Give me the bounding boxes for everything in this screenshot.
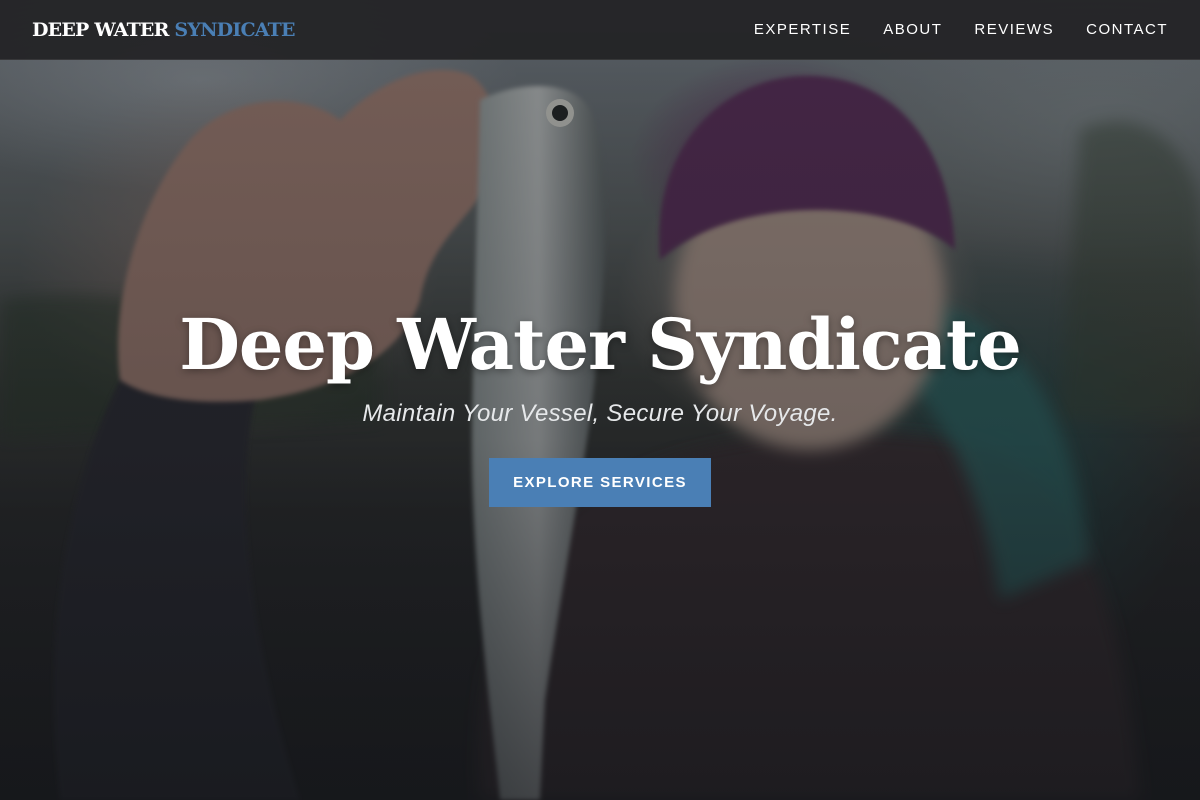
nav-link-reviews[interactable]: REVIEWS [974, 21, 1054, 38]
hero-subtitle: Maintain Your Vessel, Secure Your Voyage… [362, 400, 838, 427]
explore-services-button[interactable]: EXPLORE SERVICES [489, 458, 711, 507]
nav-link-contact[interactable]: CONTACT [1086, 21, 1168, 38]
hero-content: Deep Water Syndicate Maintain Your Vesse… [0, 300, 1200, 507]
site-logo[interactable]: DEEP WATER SYNDICATE [32, 19, 295, 41]
main-nav: EXPERTISE ABOUT REVIEWS CONTACT [754, 21, 1168, 38]
logo-primary-text: DEEP WATER [32, 18, 169, 41]
top-navbar: DEEP WATER SYNDICATE EXPERTISE ABOUT REV… [0, 0, 1200, 60]
hero-title: Deep Water Syndicate [179, 303, 1022, 386]
nav-link-about[interactable]: ABOUT [883, 21, 942, 38]
logo-accent-text: SYNDICATE [174, 18, 295, 41]
nav-link-expertise[interactable]: EXPERTISE [754, 21, 851, 38]
